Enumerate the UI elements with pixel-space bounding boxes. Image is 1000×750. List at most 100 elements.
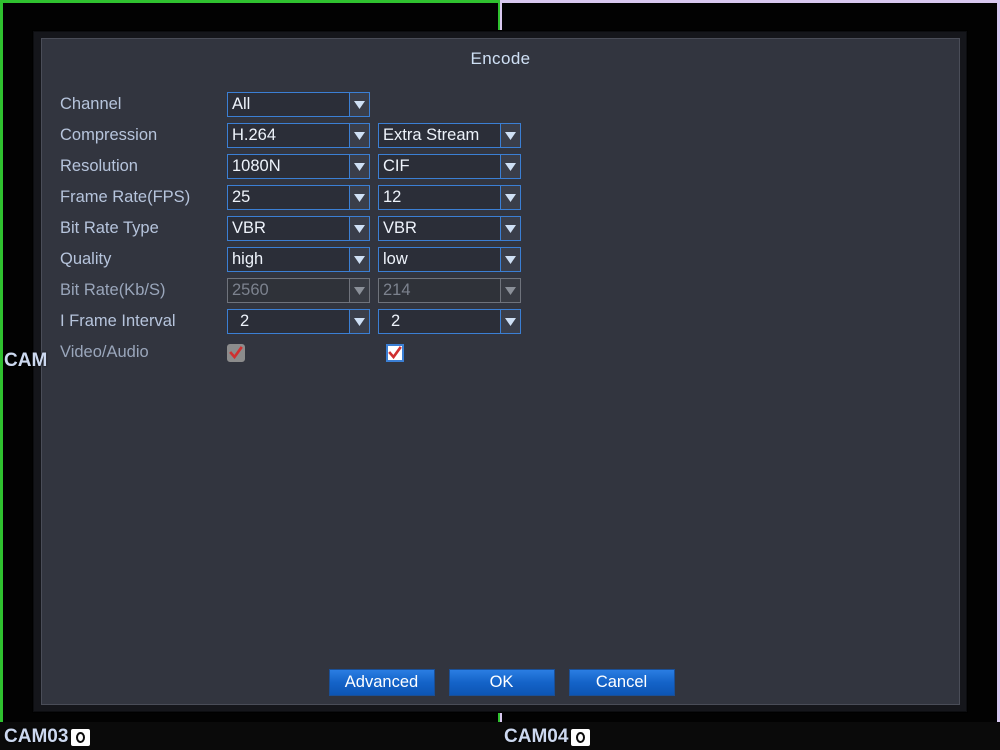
form-row: Video/Audio (60, 337, 560, 368)
combobox-channel-main[interactable]: All (227, 92, 370, 117)
dialog-body: Encode Channel All Compression H.264 Extra S… (41, 38, 960, 705)
status-bar (0, 722, 1000, 750)
row-label: Bit Rate(Kb/S) (60, 281, 166, 300)
camera-osd-cam03: CAM03 (4, 726, 91, 748)
checkbox-slot-video-audio-main (227, 343, 370, 362)
chevron-down-icon (505, 224, 516, 233)
combobox-arrow-button[interactable] (500, 217, 520, 240)
row-label: Bit Rate Type (60, 219, 159, 238)
check-mark-icon (388, 345, 402, 359)
advanced-button[interactable]: Advanced (328, 669, 435, 696)
chevron-down-icon (354, 286, 365, 295)
combobox-quality-extra[interactable]: low (378, 247, 521, 272)
row-label: Channel (60, 95, 122, 114)
combobox-resolution-extra[interactable]: CIF (378, 154, 521, 179)
chevron-down-icon (505, 286, 516, 295)
camera-icon (571, 728, 591, 746)
combobox-compression-extra[interactable]: Extra Stream (378, 123, 521, 148)
combobox-value: 214 (383, 281, 411, 300)
cancel-button[interactable]: Cancel (568, 669, 675, 696)
check-mark-icon (229, 345, 243, 359)
form-row: I Frame Interval 2 2 (60, 306, 560, 337)
combobox-arrow-button[interactable] (500, 248, 520, 271)
combobox-value: 12 (383, 188, 402, 207)
dialog-button-bar: Advanced OK Cancel (42, 669, 961, 696)
checkbox-video-audio-main (227, 343, 245, 362)
combobox-arrow-button[interactable] (500, 186, 520, 209)
combobox-bit-rate-kb-s-extra: 214 (378, 278, 521, 303)
encode-settings-form: Channel All Compression H.264 Extra Stream Re… (60, 89, 560, 368)
row-label: Compression (60, 126, 158, 145)
chevron-down-icon (505, 255, 516, 264)
combobox-arrow-button[interactable] (349, 310, 369, 333)
encode-dialog: Encode Channel All Compression H.264 Extra S… (33, 31, 967, 712)
chevron-down-icon (354, 162, 365, 171)
combobox-i-frame-interval-main[interactable]: 2 (227, 309, 370, 334)
row-label: Resolution (60, 157, 138, 176)
combobox-frame-rate-fps-extra[interactable]: 12 (378, 185, 521, 210)
camera-osd-label: CAM04 (504, 726, 569, 747)
combobox-compression-main[interactable]: H.264 (227, 123, 370, 148)
combobox-quality-main[interactable]: high (227, 247, 370, 272)
row-label: Frame Rate(FPS) (60, 188, 191, 207)
combobox-arrow-button[interactable] (349, 186, 369, 209)
camera-icon (71, 728, 91, 746)
combobox-arrow-button (349, 279, 369, 302)
chevron-down-icon (505, 193, 516, 202)
combobox-bit-rate-kb-s-main: 2560 (227, 278, 370, 303)
combobox-resolution-main[interactable]: 1080N (227, 154, 370, 179)
chevron-down-icon (354, 255, 365, 264)
combobox-i-frame-interval-extra[interactable]: 2 (378, 309, 521, 334)
combobox-value: H.264 (232, 126, 277, 145)
form-row: Bit Rate Type VBR VBR (60, 213, 560, 244)
form-row: Channel All (60, 89, 560, 120)
camera-osd-text: CAM (4, 350, 48, 371)
combobox-arrow-button[interactable] (349, 155, 369, 178)
combobox-arrow-button[interactable] (349, 248, 369, 271)
combobox-value: 2560 (232, 281, 269, 300)
form-row: Compression H.264 Extra Stream (60, 120, 560, 151)
checkbox-video-audio-extra[interactable] (386, 343, 404, 362)
chevron-down-icon (354, 193, 365, 202)
combobox-arrow-button[interactable] (349, 124, 369, 147)
form-row: Bit Rate(Kb/S) 2560 214 (60, 275, 560, 306)
chevron-down-icon (354, 100, 365, 109)
combobox-value: 1080N (232, 157, 281, 176)
chevron-down-icon (505, 317, 516, 326)
chevron-down-icon (354, 224, 365, 233)
combobox-value: All (232, 95, 251, 114)
camera-osd-label-clipped: CAM (4, 350, 47, 372)
combobox-value: CIF (383, 157, 410, 176)
combobox-frame-rate-fps-main[interactable]: 25 (227, 185, 370, 210)
chevron-down-icon (505, 162, 516, 171)
row-label: Quality (60, 250, 112, 269)
combobox-value: high (232, 250, 264, 269)
camera-osd-label: CAM03 (4, 726, 69, 747)
combobox-arrow-button[interactable] (500, 155, 520, 178)
combobox-value: 2 (391, 312, 401, 331)
form-row: Resolution 1080N CIF (60, 151, 560, 182)
form-row: Quality high low (60, 244, 560, 275)
chevron-down-icon (354, 317, 365, 326)
combobox-value: 25 (232, 188, 251, 207)
camera-osd-cam04: CAM04 (504, 726, 591, 748)
row-label: Video/Audio (60, 343, 149, 362)
form-row: Frame Rate(FPS) 25 12 (60, 182, 560, 213)
row-label: I Frame Interval (60, 312, 176, 331)
combobox-arrow-button[interactable] (349, 217, 369, 240)
combobox-arrow-button (500, 279, 520, 302)
combobox-bit-rate-type-extra[interactable]: VBR (378, 216, 521, 241)
checkbox-slot-video-audio-extra (378, 343, 529, 362)
dialog-title: Encode (470, 49, 531, 68)
combobox-value: VBR (383, 219, 417, 238)
combobox-arrow-button[interactable] (500, 310, 520, 333)
combobox-value: low (383, 250, 408, 269)
combobox-value: 2 (240, 312, 250, 331)
chevron-down-icon (505, 131, 516, 140)
combobox-arrow-button[interactable] (500, 124, 520, 147)
combobox-value: Extra Stream (383, 126, 480, 145)
combobox-bit-rate-type-main[interactable]: VBR (227, 216, 370, 241)
chevron-down-icon (354, 131, 365, 140)
combobox-arrow-button[interactable] (349, 93, 369, 116)
ok-button[interactable]: OK (448, 669, 555, 696)
